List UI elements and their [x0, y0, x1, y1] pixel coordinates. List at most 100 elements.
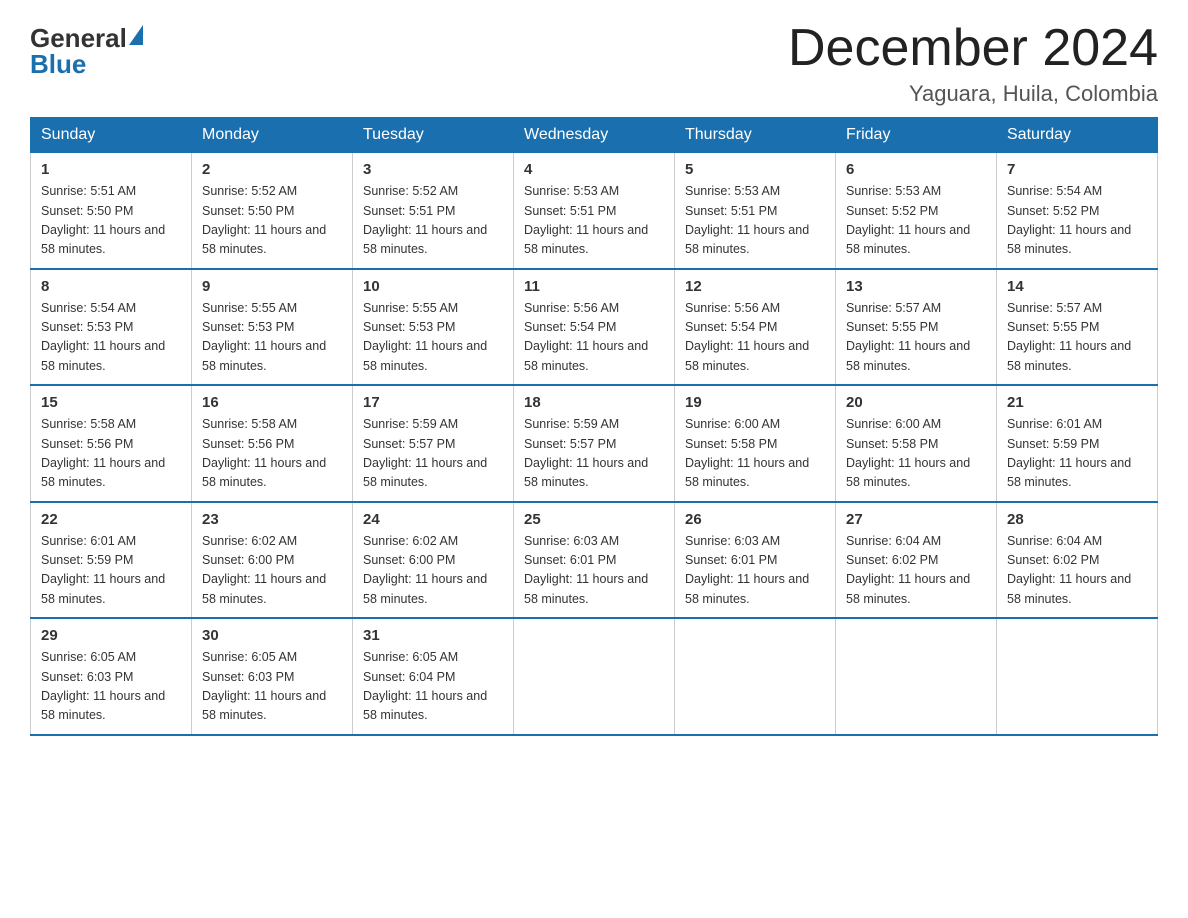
- day-number: 24: [363, 511, 503, 528]
- calendar-day-cell: 12 Sunrise: 5:56 AMSunset: 5:54 PMDayligh…: [675, 269, 836, 386]
- day-info: Sunrise: 5:55 AMSunset: 5:53 PMDaylight:…: [202, 301, 326, 373]
- day-info: Sunrise: 5:52 AMSunset: 5:51 PMDaylight:…: [363, 184, 487, 256]
- calendar-day-cell: 8 Sunrise: 5:54 AMSunset: 5:53 PMDaylight…: [31, 269, 192, 386]
- calendar-day-cell: 16 Sunrise: 5:58 AMSunset: 5:56 PMDayligh…: [192, 385, 353, 502]
- calendar-day-cell: 6 Sunrise: 5:53 AMSunset: 5:52 PMDaylight…: [836, 153, 997, 269]
- day-number: 19: [685, 394, 825, 411]
- calendar-day-cell: 11Sunrise: 5:56 AMSunset: 5:54 PMDayligh…: [514, 269, 675, 386]
- day-number: 23: [202, 511, 342, 528]
- calendar-day-cell: 22 Sunrise: 6:01 AMSunset: 5:59 PMDayligh…: [31, 502, 192, 619]
- day-info: Sunrise: 5:59 AMSunset: 5:57 PMDaylight:…: [524, 417, 648, 489]
- logo-general-text: General: [30, 25, 127, 51]
- day-number: 10: [363, 278, 503, 295]
- day-info: Sunrise: 5:56 AMSunset: 5:54 PMDaylight:…: [685, 301, 809, 373]
- day-number: 31: [363, 627, 503, 644]
- day-info: Sunrise: 5:55 AMSunset: 5:53 PMDaylight:…: [363, 301, 487, 373]
- calendar-title: December 2024: [788, 20, 1158, 77]
- calendar-day-cell: 15 Sunrise: 5:58 AMSunset: 5:56 PMDayligh…: [31, 385, 192, 502]
- day-info: Sunrise: 5:59 AMSunset: 5:57 PMDaylight:…: [363, 417, 487, 489]
- day-info: Sunrise: 5:54 AMSunset: 5:53 PMDaylight:…: [41, 301, 165, 373]
- header-cell-friday: Friday: [836, 118, 997, 153]
- calendar-day-cell: 10 Sunrise: 5:55 AMSunset: 5:53 PMDayligh…: [353, 269, 514, 386]
- page-header: General Blue December 2024 Yaguara, Huil…: [30, 20, 1158, 107]
- calendar-week-row: 15 Sunrise: 5:58 AMSunset: 5:56 PMDayligh…: [31, 385, 1158, 502]
- day-number: 25: [524, 511, 664, 528]
- day-number: 12: [685, 278, 825, 295]
- logo: General Blue: [30, 20, 143, 77]
- day-number: 28: [1007, 511, 1147, 528]
- calendar-body: 1 Sunrise: 5:51 AMSunset: 5:50 PMDaylight…: [31, 153, 1158, 735]
- day-number: 3: [363, 161, 503, 178]
- calendar-day-cell: 21 Sunrise: 6:01 AMSunset: 5:59 PMDayligh…: [997, 385, 1158, 502]
- calendar-day-cell: 28Sunrise: 6:04 AMSunset: 6:02 PMDayligh…: [997, 502, 1158, 619]
- day-info: Sunrise: 5:57 AMSunset: 5:55 PMDaylight:…: [846, 301, 970, 373]
- calendar-day-cell: 20 Sunrise: 6:00 AMSunset: 5:58 PMDayligh…: [836, 385, 997, 502]
- calendar-day-cell: 17 Sunrise: 5:59 AMSunset: 5:57 PMDayligh…: [353, 385, 514, 502]
- day-number: 5: [685, 161, 825, 178]
- day-info: Sunrise: 6:00 AMSunset: 5:58 PMDaylight:…: [846, 417, 970, 489]
- calendar-day-cell: [997, 618, 1158, 735]
- day-number: 29: [41, 627, 181, 644]
- calendar-day-cell: 30Sunrise: 6:05 AMSunset: 6:03 PMDayligh…: [192, 618, 353, 735]
- header-cell-sunday: Sunday: [31, 118, 192, 153]
- day-info: Sunrise: 6:00 AMSunset: 5:58 PMDaylight:…: [685, 417, 809, 489]
- calendar-header: SundayMondayTuesdayWednesdayThursdayFrid…: [31, 118, 1158, 153]
- day-info: Sunrise: 6:01 AMSunset: 5:59 PMDaylight:…: [1007, 417, 1131, 489]
- day-number: 21: [1007, 394, 1147, 411]
- calendar-day-cell: [836, 618, 997, 735]
- day-number: 30: [202, 627, 342, 644]
- calendar-subtitle: Yaguara, Huila, Colombia: [788, 81, 1158, 107]
- day-number: 16: [202, 394, 342, 411]
- day-info: Sunrise: 6:04 AMSunset: 6:02 PMDaylight:…: [846, 534, 970, 606]
- calendar-day-cell: [675, 618, 836, 735]
- calendar-day-cell: 19 Sunrise: 6:00 AMSunset: 5:58 PMDayligh…: [675, 385, 836, 502]
- day-number: 11: [524, 278, 664, 295]
- calendar-week-row: 1 Sunrise: 5:51 AMSunset: 5:50 PMDaylight…: [31, 153, 1158, 269]
- day-info: Sunrise: 6:01 AMSunset: 5:59 PMDaylight:…: [41, 534, 165, 606]
- day-number: 20: [846, 394, 986, 411]
- day-info: Sunrise: 5:52 AMSunset: 5:50 PMDaylight:…: [202, 184, 326, 256]
- day-number: 4: [524, 161, 664, 178]
- calendar-day-cell: 13 Sunrise: 5:57 AMSunset: 5:55 PMDayligh…: [836, 269, 997, 386]
- calendar-day-cell: 9 Sunrise: 5:55 AMSunset: 5:53 PMDaylight…: [192, 269, 353, 386]
- calendar-day-cell: 4 Sunrise: 5:53 AMSunset: 5:51 PMDaylight…: [514, 153, 675, 269]
- day-info: Sunrise: 5:53 AMSunset: 5:52 PMDaylight:…: [846, 184, 970, 256]
- calendar-day-cell: 27Sunrise: 6:04 AMSunset: 6:02 PMDayligh…: [836, 502, 997, 619]
- day-number: 13: [846, 278, 986, 295]
- logo-blue-text: Blue: [30, 51, 86, 77]
- day-number: 9: [202, 278, 342, 295]
- day-number: 8: [41, 278, 181, 295]
- day-info: Sunrise: 6:03 AMSunset: 6:01 PMDaylight:…: [685, 534, 809, 606]
- day-number: 15: [41, 394, 181, 411]
- calendar-week-row: 29Sunrise: 6:05 AMSunset: 6:03 PMDayligh…: [31, 618, 1158, 735]
- title-block: December 2024 Yaguara, Huila, Colombia: [788, 20, 1158, 107]
- day-info: Sunrise: 5:58 AMSunset: 5:56 PMDaylight:…: [202, 417, 326, 489]
- day-info: Sunrise: 6:02 AMSunset: 6:00 PMDaylight:…: [363, 534, 487, 606]
- day-info: Sunrise: 5:54 AMSunset: 5:52 PMDaylight:…: [1007, 184, 1131, 256]
- day-number: 17: [363, 394, 503, 411]
- calendar-day-cell: 1 Sunrise: 5:51 AMSunset: 5:50 PMDaylight…: [31, 153, 192, 269]
- calendar-day-cell: 31 Sunrise: 6:05 AMSunset: 6:04 PMDayligh…: [353, 618, 514, 735]
- day-number: 22: [41, 511, 181, 528]
- day-info: Sunrise: 6:03 AMSunset: 6:01 PMDaylight:…: [524, 534, 648, 606]
- day-number: 1: [41, 161, 181, 178]
- day-number: 6: [846, 161, 986, 178]
- day-number: 7: [1007, 161, 1147, 178]
- day-info: Sunrise: 5:58 AMSunset: 5:56 PMDaylight:…: [41, 417, 165, 489]
- day-info: Sunrise: 5:53 AMSunset: 5:51 PMDaylight:…: [685, 184, 809, 256]
- day-number: 18: [524, 394, 664, 411]
- logo-triangle-icon: [129, 25, 143, 45]
- day-info: Sunrise: 5:57 AMSunset: 5:55 PMDaylight:…: [1007, 301, 1131, 373]
- day-info: Sunrise: 5:51 AMSunset: 5:50 PMDaylight:…: [41, 184, 165, 256]
- calendar-day-cell: 14Sunrise: 5:57 AMSunset: 5:55 PMDayligh…: [997, 269, 1158, 386]
- calendar-day-cell: 3 Sunrise: 5:52 AMSunset: 5:51 PMDaylight…: [353, 153, 514, 269]
- day-info: Sunrise: 6:02 AMSunset: 6:00 PMDaylight:…: [202, 534, 326, 606]
- day-info: Sunrise: 6:05 AMSunset: 6:04 PMDaylight:…: [363, 650, 487, 722]
- calendar-day-cell: 24 Sunrise: 6:02 AMSunset: 6:00 PMDayligh…: [353, 502, 514, 619]
- calendar-day-cell: [514, 618, 675, 735]
- calendar-table: SundayMondayTuesdayWednesdayThursdayFrid…: [30, 117, 1158, 736]
- calendar-day-cell: 29Sunrise: 6:05 AMSunset: 6:03 PMDayligh…: [31, 618, 192, 735]
- day-info: Sunrise: 5:53 AMSunset: 5:51 PMDaylight:…: [524, 184, 648, 256]
- header-cell-saturday: Saturday: [997, 118, 1158, 153]
- header-cell-tuesday: Tuesday: [353, 118, 514, 153]
